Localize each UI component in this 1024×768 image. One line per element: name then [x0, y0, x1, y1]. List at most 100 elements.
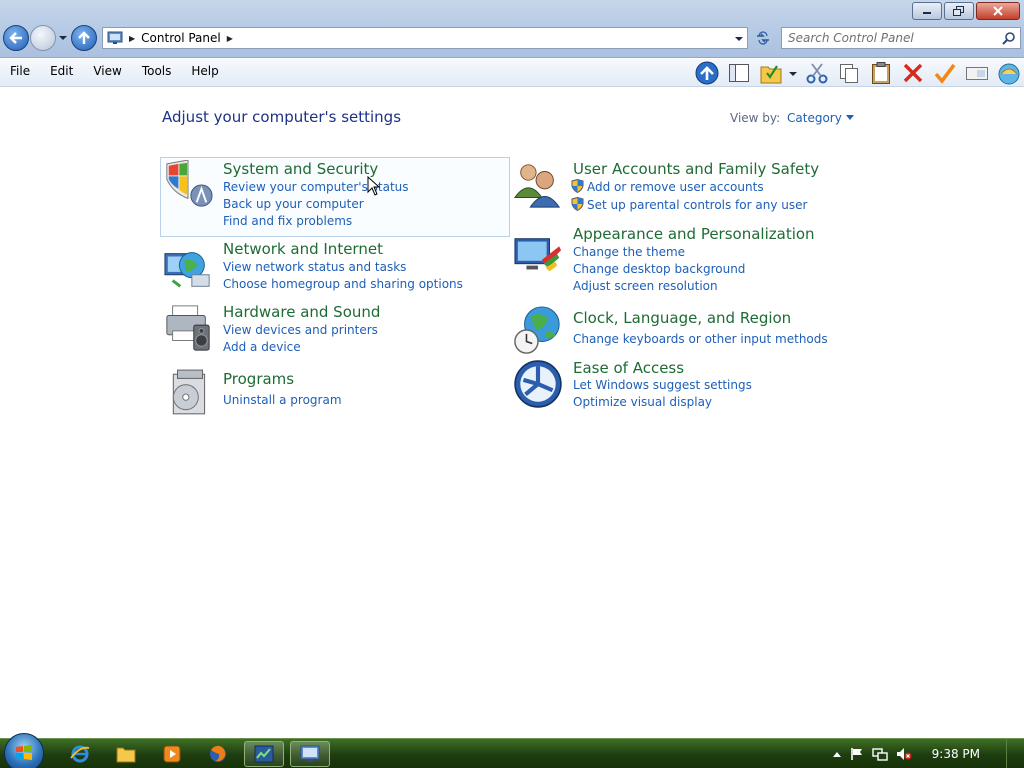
arrow-up-icon: [78, 31, 90, 44]
category-network-and-internet[interactable]: Network and Internet View network status…: [161, 238, 509, 298]
link-text[interactable]: Add or remove user accounts: [587, 180, 764, 194]
close-button[interactable]: [976, 2, 1020, 20]
address-dropdown-icon[interactable]: [734, 34, 744, 44]
menu-edit[interactable]: Edit: [40, 64, 83, 78]
taskbar-clock[interactable]: 9:38 PM: [932, 747, 980, 761]
link-add-remove-accounts[interactable]: Add or remove user accounts: [571, 179, 764, 194]
search-input[interactable]: [788, 31, 988, 45]
toolbar-paste-button[interactable]: [868, 60, 894, 86]
forward-button[interactable]: [30, 25, 56, 51]
firefox-icon: [210, 745, 226, 762]
category-clock-language-region[interactable]: Clock, Language, and Region Change keybo…: [511, 306, 851, 357]
category-title[interactable]: User Accounts and Family Safety: [573, 160, 819, 178]
toolbar-properties-button[interactable]: [932, 60, 958, 86]
close-icon: [993, 6, 1003, 16]
restore-button[interactable]: [944, 2, 974, 20]
taskbar-firefox[interactable]: [198, 741, 238, 767]
toolbar-delete-button[interactable]: [900, 60, 926, 86]
action-center-flag-icon[interactable]: [850, 747, 864, 761]
minimize-icon: [923, 12, 931, 14]
refresh-button[interactable]: [752, 27, 774, 49]
recent-pages-dropdown[interactable]: [58, 33, 68, 43]
menu: File Edit View Tools Help: [0, 64, 229, 78]
link-screen-resolution[interactable]: Adjust screen resolution: [573, 279, 718, 293]
ease-of-access-icon: [514, 360, 562, 408]
category-title[interactable]: Programs: [223, 370, 294, 388]
category-title[interactable]: Clock, Language, and Region: [573, 309, 791, 327]
clock-globe-icon: [514, 306, 560, 354]
minimize-button[interactable]: [912, 2, 942, 20]
restore-icon: [953, 6, 964, 16]
category-title[interactable]: Ease of Access: [573, 359, 684, 377]
media-player-icon: [163, 745, 181, 763]
category-title[interactable]: Appearance and Personalization: [573, 225, 815, 243]
viewby-dropdown[interactable]: Category: [787, 111, 854, 125]
category-ease-of-access[interactable]: Ease of Access Let Windows suggest setti…: [511, 357, 851, 413]
category-hardware-and-sound[interactable]: Hardware and Sound View devices and prin…: [161, 301, 509, 361]
toolbar-up-button[interactable]: [694, 60, 720, 86]
category-appearance[interactable]: Appearance and Personalization Change th…: [511, 223, 851, 295]
system-tray: 9:38 PM: [832, 739, 1024, 768]
link-optimize-display[interactable]: Optimize visual display: [573, 395, 712, 409]
toolbar: [694, 60, 1022, 86]
panes-icon: [729, 64, 749, 82]
page-title: Adjust your computer's settings: [162, 108, 402, 126]
link-change-keyboards[interactable]: Change keyboards or other input methods: [573, 332, 828, 346]
toolbar-panes-button[interactable]: [726, 60, 752, 86]
checkmark-icon: [934, 63, 956, 84]
breadcrumb-arrow-icon[interactable]: ▶: [227, 34, 233, 43]
performance-monitor-icon: [254, 745, 274, 763]
category-title[interactable]: System and Security: [223, 160, 378, 178]
category-title[interactable]: Hardware and Sound: [223, 303, 380, 321]
category-system-and-security[interactable]: System and Security Review your computer…: [160, 157, 510, 237]
menu-tools[interactable]: Tools: [132, 64, 182, 78]
link-desktop-background[interactable]: Change desktop background: [573, 262, 745, 276]
toolbar-cut-button[interactable]: [804, 60, 830, 86]
link-text[interactable]: Set up parental controls for any user: [587, 198, 807, 212]
volume-muted-icon[interactable]: [896, 747, 912, 761]
taskbar-internet-explorer[interactable]: [60, 741, 100, 767]
menu-view[interactable]: View: [83, 64, 131, 78]
menu-bar: File Edit View Tools Help: [0, 59, 1024, 87]
start-button[interactable]: [4, 733, 44, 768]
menu-file[interactable]: File: [0, 64, 40, 78]
link-find-fix-problems[interactable]: Find and fix problems: [223, 214, 352, 228]
toolbar-folder-options-button[interactable]: [758, 60, 798, 86]
windows-logo-icon: [16, 745, 32, 760]
category-programs[interactable]: Programs Uninstall a program: [161, 368, 509, 418]
category-user-accounts[interactable]: User Accounts and Family Safety Add or r…: [511, 158, 851, 218]
taskbar-control-panel[interactable]: [290, 741, 330, 767]
toolbar-copy-button[interactable]: [836, 60, 862, 86]
taskbar-windows-explorer[interactable]: [106, 741, 146, 767]
scissors-icon: [806, 63, 828, 84]
link-parental-controls[interactable]: Set up parental controls for any user: [571, 197, 807, 212]
menu-help[interactable]: Help: [181, 64, 228, 78]
taskbar-app-active-1[interactable]: [244, 741, 284, 767]
network-icon[interactable]: [871, 747, 888, 761]
breadcrumb-control-panel[interactable]: Control Panel: [141, 31, 221, 45]
category-title[interactable]: Network and Internet: [223, 240, 383, 258]
window-controls: [912, 2, 1020, 20]
viewby-value[interactable]: Category: [787, 111, 842, 125]
folder-icon: [116, 747, 136, 763]
search-icon[interactable]: [1002, 31, 1016, 45]
link-change-theme[interactable]: Change the theme: [573, 245, 685, 259]
toolbar-options-button[interactable]: [996, 60, 1022, 86]
link-back-up-computer[interactable]: Back up your computer: [223, 197, 364, 211]
uac-shield-icon: [571, 197, 584, 211]
link-uninstall-program[interactable]: Uninstall a program: [223, 393, 342, 407]
back-button[interactable]: [3, 25, 29, 51]
link-add-device[interactable]: Add a device: [223, 340, 301, 354]
link-windows-suggest[interactable]: Let Windows suggest settings: [573, 378, 752, 392]
link-homegroup-sharing[interactable]: Choose homegroup and sharing options: [223, 277, 463, 291]
link-network-status[interactable]: View network status and tasks: [223, 260, 406, 274]
link-devices-printers[interactable]: View devices and printers: [223, 323, 378, 337]
search-box[interactable]: [781, 27, 1021, 49]
show-hidden-icons-icon[interactable]: [832, 750, 842, 758]
taskbar-media-player[interactable]: [152, 741, 192, 767]
show-desktop-button[interactable]: [1006, 739, 1018, 768]
toolbar-rename-button[interactable]: [964, 60, 990, 86]
up-button[interactable]: [71, 25, 97, 51]
breadcrumb-arrow-icon[interactable]: ▶: [129, 34, 135, 43]
address-bar[interactable]: ▶ Control Panel ▶: [102, 27, 748, 49]
